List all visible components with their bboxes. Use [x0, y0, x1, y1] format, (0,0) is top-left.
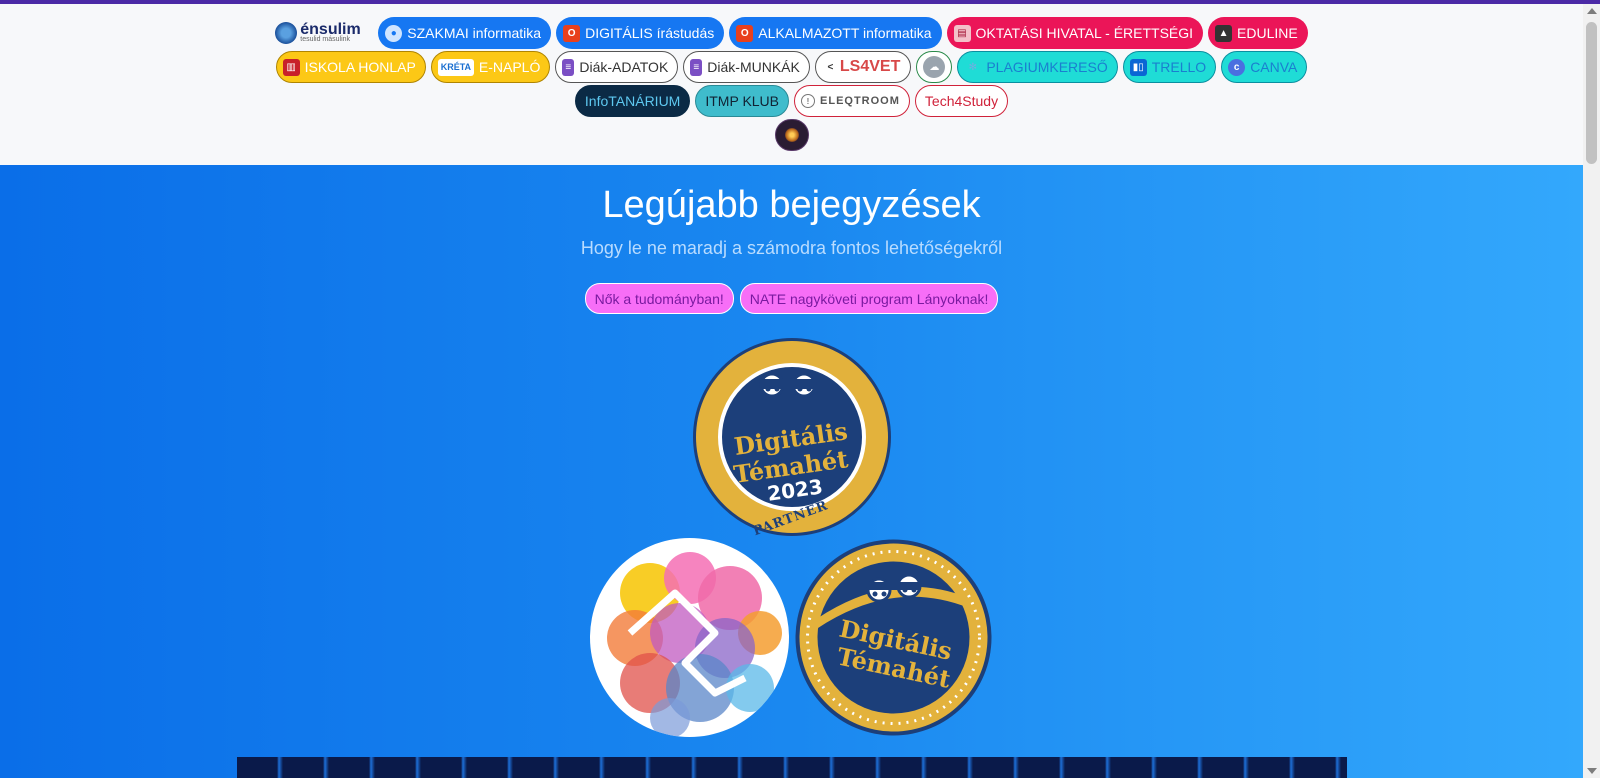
iskola-honlap-link[interactable]: ▥ ISKOLA HONLAP	[275, 51, 426, 83]
alkalmazott-informatika-link[interactable]: O ALKALMAZOTT informatika	[729, 17, 942, 49]
ensulim-logo-icon	[275, 22, 298, 44]
link-label: Tech4Study	[924, 93, 999, 109]
bubble-logo-graphic	[607, 552, 782, 737]
link-label: InfoTANÁRIUM	[584, 93, 681, 109]
link-label: ISKOLA HONLAP	[304, 59, 416, 75]
link-label: Diák-ADATOK	[579, 59, 669, 75]
quick-links-row-4	[0, 119, 1583, 151]
diak-adatok-link[interactable]: ≡ Diák-ADATOK	[555, 51, 679, 83]
trello-link[interactable]: ▮▯ TRELLO	[1122, 51, 1217, 83]
ls4vet-link[interactable]: < LS4VET	[814, 51, 912, 83]
cloud-link[interactable]: ☁	[916, 51, 953, 83]
scroll-up-arrow-icon[interactable]	[1587, 8, 1597, 14]
ensulim-logo-link[interactable]: énsulim tesulid másulink	[275, 17, 373, 49]
link-label: TRELLO	[1151, 59, 1207, 75]
gear-icon: ✻	[968, 61, 978, 73]
post-tags: Nők a tudományban! NATE nagyköveti progr…	[0, 283, 1583, 314]
ensulim-logo-text-wrap: énsulim tesulid másulink	[300, 21, 361, 44]
itmp-klub-link[interactable]: ITMP KLUB	[695, 85, 790, 117]
latest-posts-section: Legújabb bejegyzések Hogy le ne maradj a…	[0, 165, 1583, 778]
link-label: SZAKMAI informatika	[407, 25, 542, 41]
office-icon: O	[563, 24, 581, 42]
bubble-logo-image[interactable]	[590, 538, 789, 737]
cloud-icon: ☁	[923, 56, 946, 78]
document-icon: ▤	[953, 24, 971, 42]
oktatasi-hivatal-erettsegi-link[interactable]: ▤ OKTATÁSI HIVATAL - ÉRETTSÉGI	[946, 17, 1204, 49]
post-banner-image[interactable]	[237, 757, 1347, 778]
quick-links-bar: énsulim tesulid másulink ● SZAKMAI infor…	[0, 4, 1583, 165]
e-naplo-link[interactable]: KRÉTA E-NAPLÓ	[430, 51, 551, 83]
google-forms-icon: ≡	[690, 58, 703, 76]
ensulim-logo-text: énsulim	[300, 21, 361, 38]
quick-links-row-3: InfoTANÁRIUM ITMP KLUB ! ELEQTROOM Tech4…	[0, 85, 1583, 117]
eleqtroom-logo-text: ELEQTROOM	[820, 95, 900, 107]
candle-link[interactable]	[774, 119, 809, 151]
link-label: E-NAPLÓ	[478, 59, 541, 75]
plagiumkereso-link[interactable]: ✻ PLAGIUMKERESŐ	[957, 51, 1118, 83]
partner-badge-graphic: Digitális Témahét 2023 PARTNER	[693, 338, 891, 539]
post-tag[interactable]: NATE nagyköveti program Lányoknak!	[739, 283, 999, 314]
link-label: CANVA	[1250, 59, 1298, 75]
infotanarium-link[interactable]: InfoTANÁRIUM	[574, 85, 691, 117]
eduline-link[interactable]: ▲ EDULINE	[1208, 17, 1308, 49]
quick-links-row-2: ▥ ISKOLA HONLAP KRÉTA E-NAPLÓ ≡ Diák-ADA…	[0, 51, 1583, 83]
candle-icon	[784, 128, 799, 142]
quick-links-row-1: énsulim tesulid másulink ● SZAKMAI infor…	[0, 17, 1583, 49]
page-scrollbar[interactable]	[1583, 4, 1600, 778]
link-label: ALKALMAZOTT informatika	[758, 25, 932, 41]
szakmai-informatika-link[interactable]: ● SZAKMAI informatika	[378, 17, 552, 49]
link-label: ITMP KLUB	[705, 93, 780, 109]
eleqtroom-link[interactable]: ! ELEQTROOM	[794, 85, 910, 117]
lightbulb-icon: !	[801, 94, 816, 108]
tech4study-link[interactable]: Tech4Study	[914, 85, 1009, 117]
post-tag[interactable]: Nők a tudományban!	[584, 283, 734, 314]
office-icon: O	[736, 24, 754, 42]
scroll-thumb[interactable]	[1586, 22, 1597, 164]
canva-icon: c	[1228, 58, 1246, 76]
link-label: OKTATÁSI HIVATAL - ÉRETTSÉGI	[975, 25, 1194, 41]
link-label: DIGITÁLIS írástudás	[585, 25, 715, 41]
link-label: Diák-MUNKÁK	[707, 59, 800, 75]
digitalis-irastudas-link[interactable]: O DIGITÁLIS írástudás	[556, 17, 725, 49]
temahet-badge-graphic: Digitális Témahét	[795, 539, 992, 736]
link-label: EDULINE	[1237, 25, 1298, 41]
digitalis-temahet-partner-badge[interactable]: Digitális Témahét 2023 PARTNER	[692, 337, 892, 539]
share-icon: <	[827, 61, 834, 73]
section-title: Legújabb bejegyzések	[602, 184, 981, 226]
diak-munkak-link[interactable]: ≡ Diák-MUNKÁK	[683, 51, 810, 83]
person-icon: ●	[385, 24, 403, 42]
canva-link[interactable]: c CANVA	[1221, 51, 1308, 83]
scroll-down-arrow-icon[interactable]	[1587, 768, 1597, 774]
trello-icon: ▮▯	[1129, 58, 1147, 76]
digitalis-temahet-badge[interactable]: Digitális Témahét	[794, 538, 993, 737]
book-icon: ▥	[282, 58, 300, 76]
kreta-logo-icon: KRÉTA	[437, 58, 474, 76]
google-forms-icon: ≡	[562, 58, 575, 76]
link-label: PLAGIUMKERESŐ	[986, 59, 1108, 75]
ls4vet-logo-text: LS4VET	[839, 58, 901, 75]
graduation-cap-icon: ▲	[1215, 24, 1233, 42]
section-subtitle: Hogy le ne maradj a számodra fontos lehe…	[580, 238, 1003, 258]
